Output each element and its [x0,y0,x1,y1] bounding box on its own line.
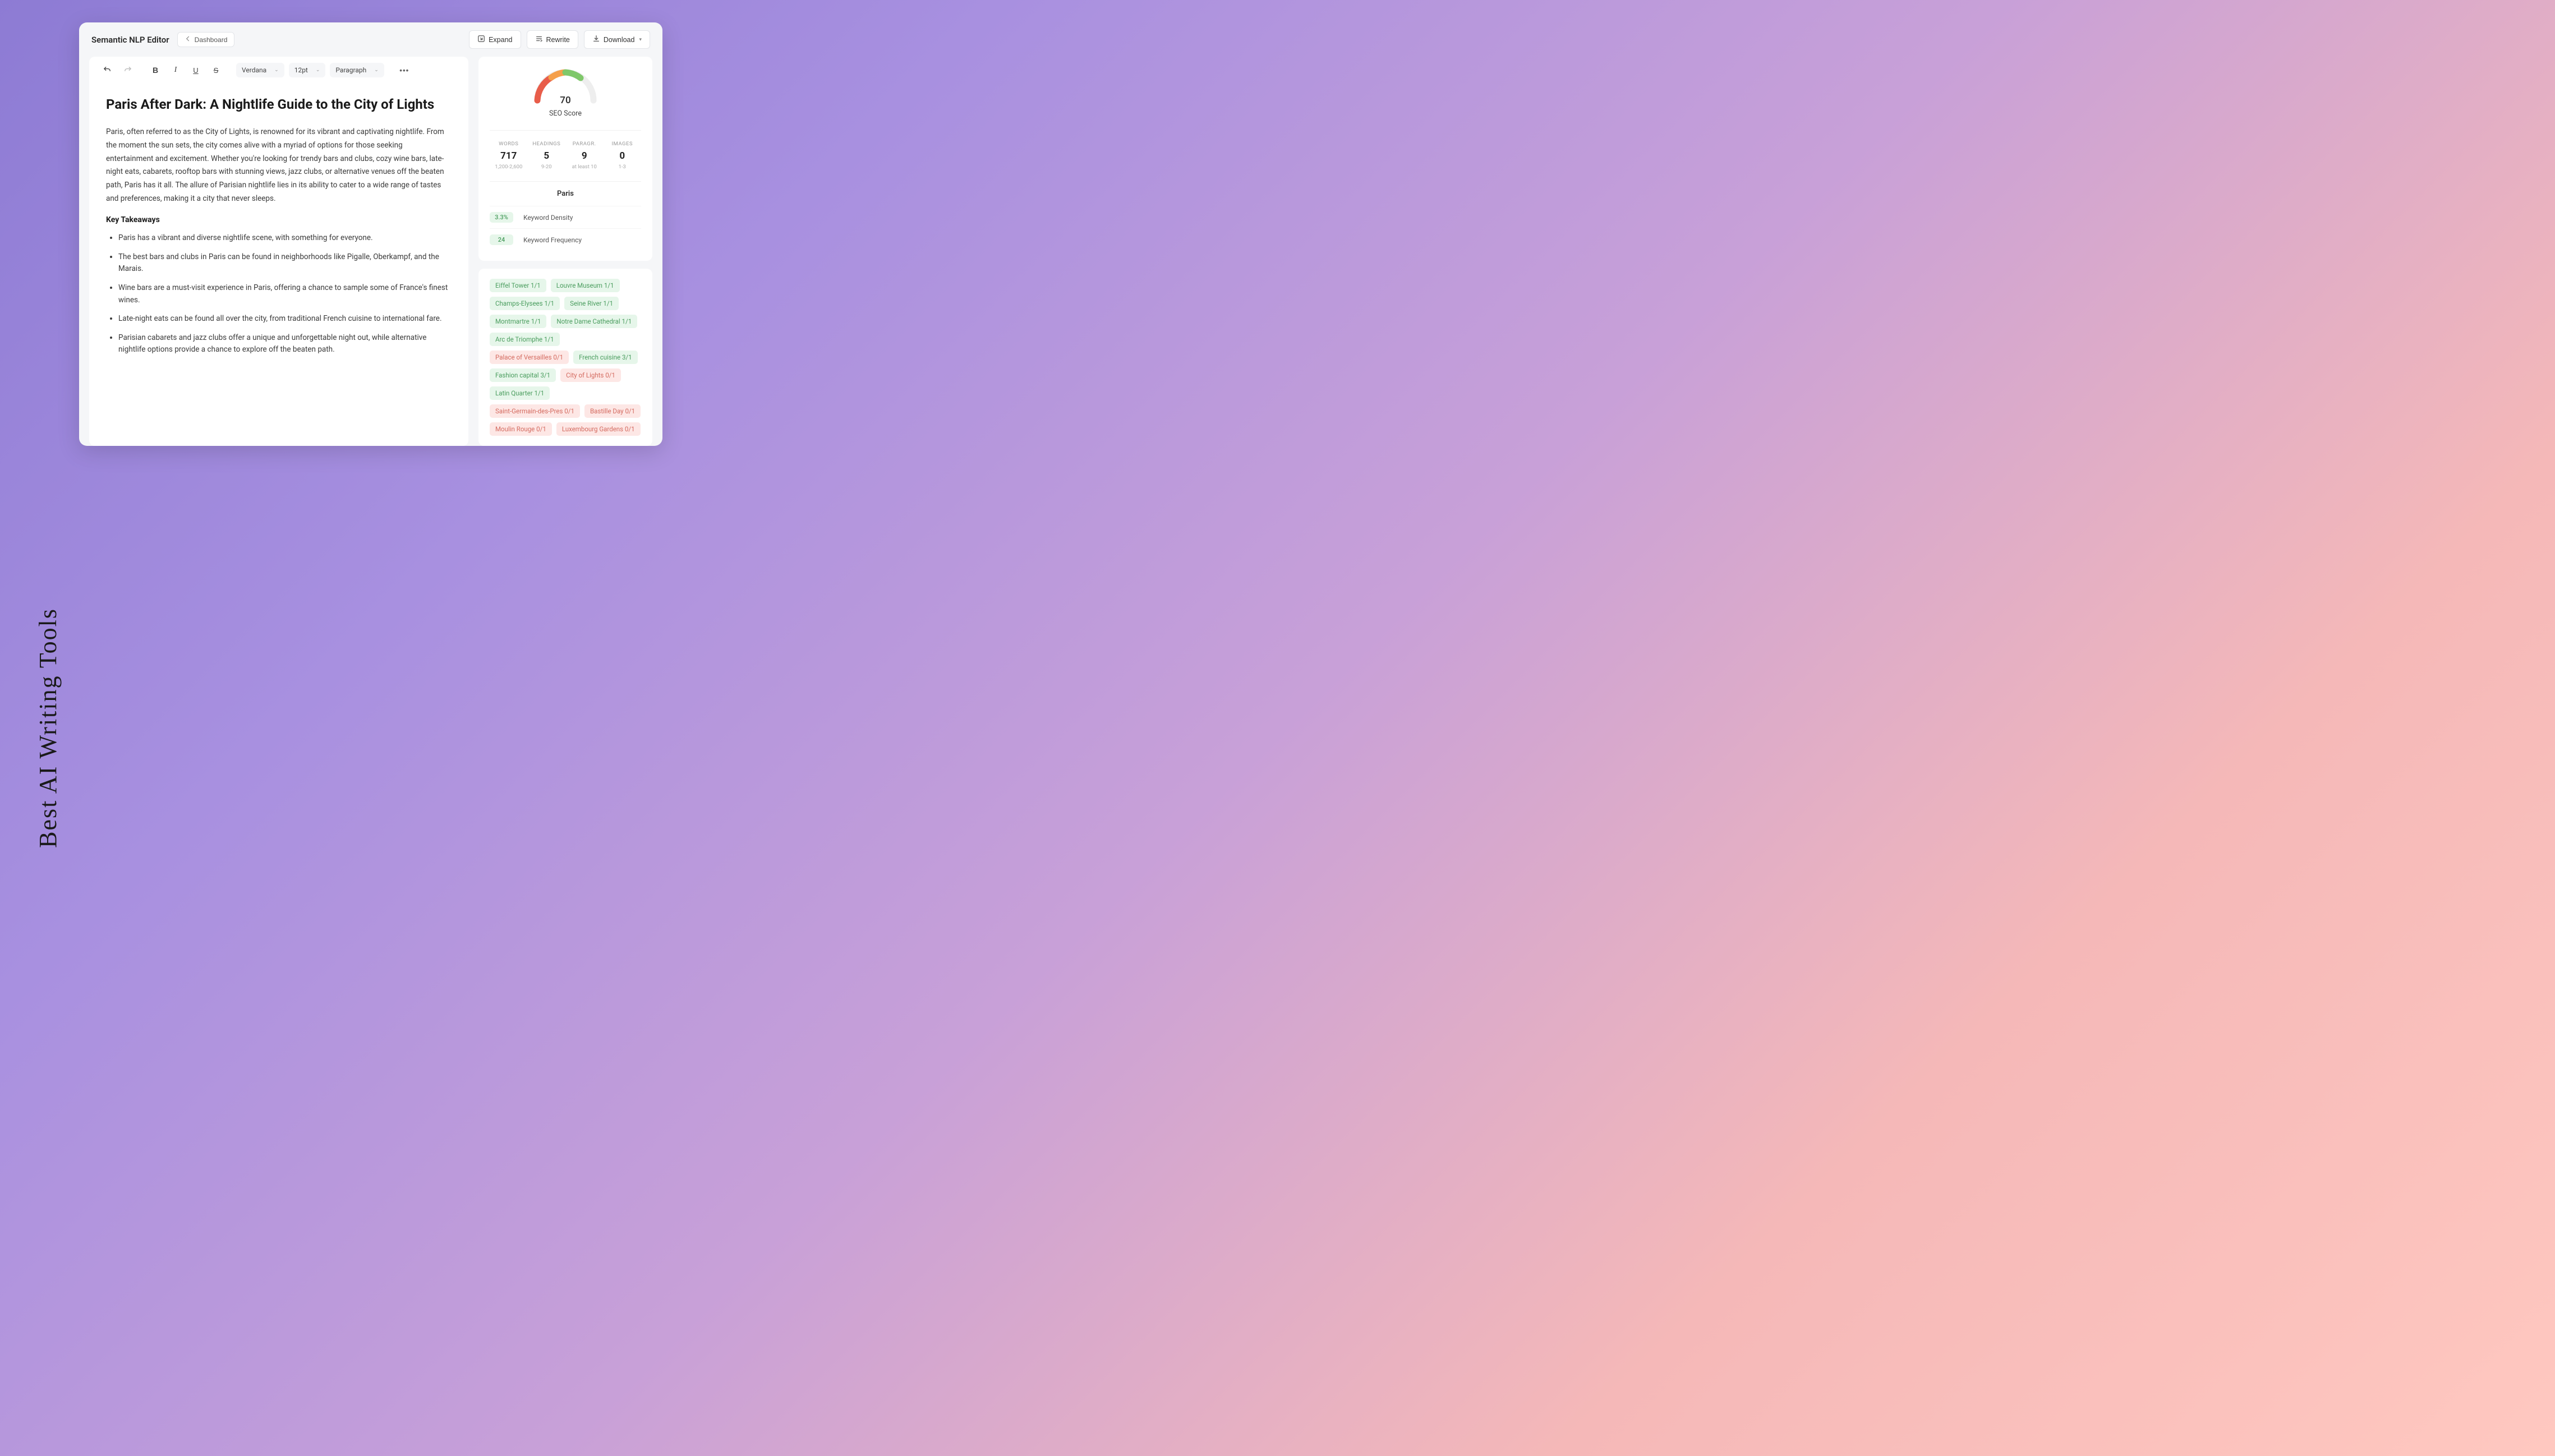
strikethrough-icon: S [214,66,219,75]
font-size-select[interactable]: 12pt ⌄ [289,63,326,77]
list-item: Paris has a vibrant and diverse nightlif… [118,232,452,245]
keyword-chip[interactable]: Eiffel Tower 1/1 [490,279,546,292]
arrow-left-icon [185,35,191,44]
expand-button[interactable]: Expand [469,30,521,49]
ellipsis-icon: ••• [399,66,409,75]
download-icon [592,35,600,44]
keyword-chip[interactable]: Notre Dame Cathedral 1/1 [551,315,637,328]
strikethrough-button[interactable]: S [208,62,224,78]
chevron-down-icon: ⌄ [316,67,320,73]
document-title: Paris After Dark: A Nightlife Guide to t… [106,95,452,113]
keyword-density-value: 3.3% [490,212,513,223]
keyword-chip[interactable]: Saint-Germain-des-Pres 0/1 [490,404,580,418]
editor-toolbar: B I U S Verdana ⌄ 12pt ⌄ Paragraph ⌄ [89,57,468,84]
keyword-chip[interactable]: Seine River 1/1 [564,297,619,310]
font-family-select[interactable]: Verdana ⌄ [236,63,284,77]
rewrite-label: Rewrite [546,36,570,44]
download-button[interactable]: Download ▾ [584,30,650,49]
font-size-value: 12pt [294,66,308,74]
stat-value: 9 [565,150,604,162]
stat-block: PARAGR. 9 at least 10 [565,141,604,170]
stat-hint: at least 10 [565,164,604,170]
stat-value: 717 [490,150,528,162]
stat-name: IMAGES [604,141,642,147]
keyword-title: Paris [490,190,641,198]
frame-caption: Best AI Writing Tools [34,608,62,848]
chevron-down-icon: ▾ [639,36,642,43]
redo-button[interactable] [119,62,135,78]
keyword-density-row: 3.3% Keyword Density [490,206,641,228]
bold-icon: B [153,66,158,75]
list-item: Parisian cabarets and jazz clubs offer a… [118,332,452,356]
keyword-chip[interactable]: Montmartre 1/1 [490,315,546,328]
undo-button[interactable] [99,62,115,78]
keyword-chip[interactable]: Palace of Versailles 0/1 [490,351,569,364]
font-family-value: Verdana [242,66,266,74]
bold-button[interactable]: B [148,62,163,78]
key-takeaways-list: Paris has a vibrant and diverse nightlif… [106,232,452,356]
stat-hint: 1,200-2,600 [490,164,528,170]
keyword-frequency-row: 24 Keyword Frequency [490,228,641,251]
redo-icon [123,65,132,75]
seo-stats-row: WORDS 717 1,200-2,600HEADINGS 5 9-20PARA… [490,130,641,170]
stat-name: PARAGR. [565,141,604,147]
seo-score-card: 70 SEO Score WORDS 717 1,200-2,600HEADIN… [478,57,652,261]
keyword-chip[interactable]: Moulin Rouge 0/1 [490,422,552,436]
chevron-down-icon: ⌄ [374,67,379,73]
paragraph-style-value: Paragraph [335,66,366,74]
underline-button[interactable]: U [188,62,204,78]
list-item: Wine bars are a must-visit experience in… [118,282,452,306]
paragraph-style-select[interactable]: Paragraph ⌄ [330,63,384,77]
seo-score-value: 70 [560,95,570,106]
more-options-button[interactable]: ••• [397,62,412,78]
expand-icon [477,35,485,44]
keyword-density-label: Keyword Density [523,214,573,222]
list-item: Late-night eats can be found all over th… [118,313,452,325]
italic-icon: I [174,66,177,75]
dashboard-label: Dashboard [195,36,228,44]
keyword-frequency-value: 24 [490,234,513,245]
italic-button[interactable]: I [168,62,183,78]
stat-name: HEADINGS [528,141,566,147]
underline-icon: U [193,66,198,75]
document-subheading: Key Takeaways [106,215,452,224]
download-label: Download [604,36,635,44]
rewrite-icon [535,35,543,44]
stat-hint: 9-20 [528,164,566,170]
keyword-chip[interactable]: Fashion capital 3/1 [490,368,556,382]
seo-score-label: SEO Score [549,109,582,118]
seo-side-panel: 70 SEO Score WORDS 717 1,200-2,600HEADIN… [478,57,652,446]
stat-hint: 1-3 [604,164,642,170]
keyword-chip[interactable]: Arc de Triomphe 1/1 [490,333,560,346]
keyword-chip[interactable]: French cuisine 3/1 [573,351,638,364]
keyword-chip[interactable]: Luxembourg Gardens 0/1 [556,422,641,436]
undo-icon [103,65,112,75]
keyword-chip[interactable]: Latin Quarter 1/1 [490,386,550,400]
list-item: The best bars and clubs in Paris can be … [118,251,452,275]
keyword-chip[interactable]: Champs-Elysees 1/1 [490,297,560,310]
rewrite-button[interactable]: Rewrite [527,30,578,49]
dashboard-button[interactable]: Dashboard [177,32,235,47]
app-header: Semantic NLP Editor Dashboard Expand Rew… [79,22,662,57]
stat-block: WORDS 717 1,200-2,600 [490,141,528,170]
app-title: Semantic NLP Editor [91,35,169,45]
document-intro: Paris, often referred to as the City of … [106,126,452,205]
keyword-chip[interactable]: City of Lights 0/1 [560,368,621,382]
editor-panel: B I U S Verdana ⌄ 12pt ⌄ Paragraph ⌄ [89,57,468,446]
stat-block: IMAGES 0 1-3 [604,141,642,170]
stat-name: WORDS [490,141,528,147]
stat-value: 0 [604,150,642,162]
app-window: Semantic NLP Editor Dashboard Expand Rew… [79,22,662,446]
stat-block: HEADINGS 5 9-20 [528,141,566,170]
seo-gauge: 70 [529,67,602,106]
expand-label: Expand [489,36,512,44]
stat-value: 5 [528,150,566,162]
keyword-frequency-label: Keyword Frequency [523,236,582,244]
chevron-down-icon: ⌄ [274,67,279,73]
keyword-chip[interactable]: Bastille Day 0/1 [584,404,641,418]
keyword-chip[interactable]: Louvre Museum 1/1 [551,279,620,292]
keyword-chips-card: Eiffel Tower 1/1 Louvre Museum 1/1 Champs-… [478,269,652,446]
document-content[interactable]: Paris After Dark: A Nightlife Guide to t… [89,84,468,356]
